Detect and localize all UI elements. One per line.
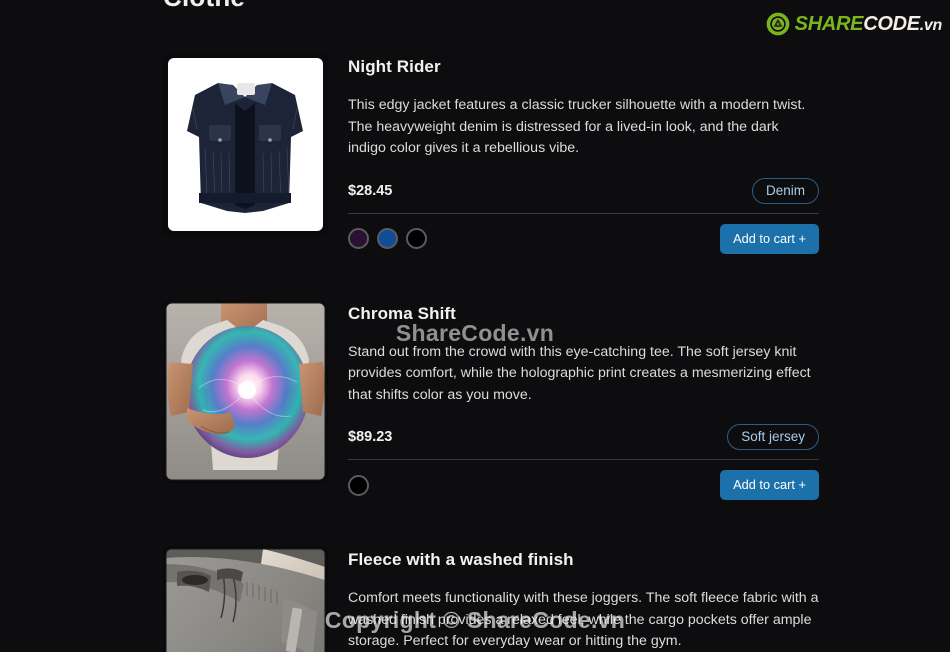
section-header: Clothe — [163, 0, 843, 13]
product-description: Stand out from the crowd with this eye-c… — [348, 343, 811, 403]
product-name: Chroma Shift — [348, 303, 456, 323]
action-row: Add to cart + — [348, 470, 819, 500]
add-to-cart-button[interactable]: Add to cart + — [720, 470, 819, 500]
price-row: $28.45 Denim — [348, 177, 819, 214]
product-info: Fleece with a washed finish Comfort meet… — [348, 546, 819, 652]
product-list: Night Rider This edgy jacket features a … — [163, 53, 819, 652]
product-description: This edgy jacket features a classic truc… — [348, 97, 806, 156]
product-card[interactable]: Night Rider This edgy jacket features a … — [163, 53, 819, 254]
color-swatch-group[interactable] — [348, 474, 369, 496]
product-listing-page: Clothe SHARECODE.vn — [0, 0, 950, 652]
price-row: $89.23 Soft jersey — [348, 424, 819, 460]
color-swatch[interactable] — [377, 228, 398, 249]
product-price: $89.23 — [348, 429, 393, 445]
product-image-night-rider[interactable] — [163, 53, 328, 236]
product-description: Comfort meets functionality with these j… — [348, 590, 819, 649]
product-name: Fleece with a washed finish — [348, 550, 574, 569]
product-card[interactable]: Fleece with a washed finish Comfort meet… — [163, 546, 819, 652]
brand-share-text: SHARE — [794, 13, 864, 35]
material-badge[interactable]: Soft jersey — [727, 424, 819, 450]
brand-tld-text: .vn — [919, 17, 943, 34]
brand-code-text: CODE — [863, 13, 920, 35]
product-image-fleece-joggers[interactable] — [163, 546, 328, 652]
brand-wordmark: SHARECODE.vn — [794, 13, 943, 35]
product-price: $28.45 — [348, 182, 393, 199]
color-swatch[interactable] — [406, 228, 427, 249]
product-image-chroma-shift[interactable] — [163, 299, 328, 483]
recycle-logo-icon — [765, 11, 791, 37]
product-info: Chroma Shift Stand out from the crowd wi… — [348, 300, 819, 500]
action-row: Add to cart + — [348, 223, 819, 254]
material-badge[interactable]: Denim — [751, 177, 819, 204]
color-swatch[interactable] — [348, 474, 369, 496]
color-swatch[interactable] — [348, 228, 369, 249]
color-swatch-group[interactable] — [348, 228, 427, 249]
page-title: Clothe — [163, 0, 245, 13]
product-card[interactable]: Chroma Shift Stand out from the crowd wi… — [163, 299, 819, 500]
product-name: Night Rider — [348, 57, 441, 76]
add-to-cart-button[interactable]: Add to cart + — [720, 223, 819, 254]
sharecode-brand-watermark: SHARECODE.vn — [765, 11, 942, 37]
product-info: Night Rider This edgy jacket features a … — [348, 53, 819, 254]
